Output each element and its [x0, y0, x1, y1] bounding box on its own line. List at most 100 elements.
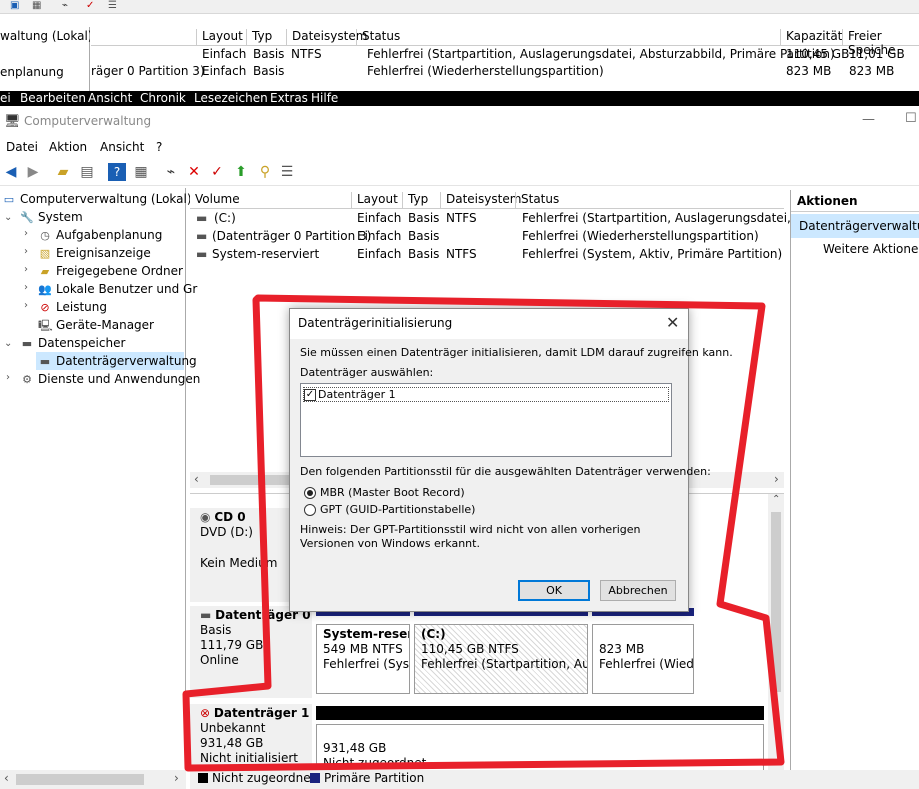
menu-view[interactable]: Ansicht	[100, 140, 144, 154]
disk-info-disk1[interactable]: ⊗ Datenträger 1 Unbekannt 931,48 GB Nich…	[190, 704, 312, 771]
tree-item-event-viewer[interactable]: ▧ Ereignisanzeige	[38, 244, 151, 262]
header-dateisystem[interactable]: Dateisystem	[440, 192, 521, 209]
back-arrow-icon[interactable]: ◀	[2, 163, 20, 181]
chevron-down-icon[interactable]: ⌄	[4, 212, 12, 223]
chevron-right-icon[interactable]: ›	[6, 372, 10, 383]
scroll-left-icon[interactable]: ‹	[4, 771, 9, 785]
partition-system-reserved[interactable]: System-reserv 549 MB NTFS Fehlerfrei (Sy…	[316, 624, 410, 694]
table-row[interactable]: ▬ (Datenträger 0 Partition 3) Einfach Ba…	[190, 227, 784, 245]
header-layout[interactable]: Layout	[351, 192, 398, 209]
tree-item-label: Aufgabenplanung	[56, 228, 163, 242]
tree-item-performance[interactable]: ⊘ Leistung	[38, 298, 107, 316]
menu-lesezeichen[interactable]: Lesezeichen	[194, 91, 268, 105]
disk-list-item[interactable]: ✓ Datenträger 1	[303, 387, 669, 402]
disk-list[interactable]: ✓ Datenträger 1	[300, 383, 672, 457]
drive-icon: ▬	[196, 247, 208, 261]
background-tree: waltung (Lokal) enplanung	[0, 27, 90, 91]
unallocated-bar	[316, 706, 764, 720]
menu-datei-partial[interactable]: ei	[0, 91, 11, 105]
scroll-left-icon[interactable]: ‹	[194, 472, 199, 486]
performance-icon: ⊘	[40, 300, 50, 314]
partition-name: (C:)	[421, 627, 446, 641]
menu-ansicht[interactable]: Ansicht	[88, 91, 132, 105]
chevron-right-icon[interactable]: ›	[24, 246, 28, 257]
more-actions-link[interactable]: Weitere Aktionen	[823, 242, 919, 256]
scroll-thumb[interactable]	[771, 512, 781, 692]
chevron-right-icon[interactable]: ›	[24, 282, 28, 293]
mbr-option[interactable]: MBR (Master Boot Record)	[304, 486, 465, 499]
minimize-icon[interactable]: —	[862, 112, 875, 127]
mbr-radio[interactable]	[304, 487, 316, 499]
chevron-right-icon[interactable]: ›	[24, 300, 28, 311]
tree-item-shared-folders[interactable]: ▰ Freigegebene Ordner	[38, 262, 183, 280]
table-row[interactable]: ▬ System-reserviert Einfach Basis NTFS F…	[190, 245, 784, 263]
help-icon[interactable]: ?	[108, 163, 126, 181]
menu-action[interactable]: Aktion	[49, 140, 87, 154]
delete-icon[interactable]: ✕	[185, 163, 203, 181]
shared-folder-icon: ▰	[40, 264, 50, 278]
menu-hilfe[interactable]: Hilfe	[311, 91, 338, 105]
scroll-up-icon[interactable]: ⌃	[772, 494, 780, 505]
menu-file[interactable]: Datei	[6, 140, 38, 154]
chevron-down-icon[interactable]: ⌄	[4, 338, 12, 349]
gpt-option[interactable]: GPT (GUID-Partitionstabelle)	[304, 503, 475, 516]
partition-status: Fehlerfrei (Startpartition, Auslag	[421, 657, 587, 671]
disk-icon: ▬	[200, 608, 212, 622]
header-status[interactable]: Status	[515, 192, 559, 209]
partition-unallocated[interactable]: 931,48 GB Nicht zugeordnet	[316, 724, 764, 771]
folder-up-icon[interactable]: ▰	[54, 163, 72, 181]
tree-item-device-manager[interactable]: 🖳 Geräte-Manager	[38, 316, 154, 334]
partition-size: 549 MB NTFS	[323, 642, 403, 656]
tree-item-local-users[interactable]: 👥 Lokale Benutzer und Gr	[38, 280, 197, 298]
export-icon[interactable]: ⬆	[232, 163, 250, 181]
scroll-thumb[interactable]	[16, 774, 144, 785]
tree-item-disk-management[interactable]: ▬ Datenträgerverwaltung	[36, 352, 197, 370]
maximize-icon[interactable]: ☐	[905, 111, 917, 126]
drive-icon: ▬	[196, 229, 208, 243]
cancel-button[interactable]: Abbrechen	[600, 580, 676, 601]
actions-section-disk-management[interactable]: Datenträgerverwaltung	[791, 214, 919, 238]
tree-horizontal-scrollbar[interactable]: ‹ ›	[0, 770, 186, 789]
header-volume[interactable]: Volume	[190, 192, 240, 209]
row-status: Fehlerfrei (Startpartition, Auslagerungs…	[522, 211, 830, 225]
menu-bearbeiten[interactable]: Bearbeiten	[20, 91, 86, 105]
tree-storage[interactable]: ▬ Datenspeicher	[20, 334, 126, 352]
partition-c[interactable]: (C:) 110,45 GB NTFS Fehlerfrei (Startpar…	[414, 624, 588, 694]
header-typ[interactable]: Typ	[402, 192, 428, 209]
list-icon[interactable]: ☰	[278, 163, 296, 181]
chevron-right-icon[interactable]: ›	[24, 228, 28, 239]
menu-chronik[interactable]: Chronik	[140, 91, 186, 105]
menu-extras[interactable]: Extras	[270, 91, 308, 105]
search-folder-icon[interactable]: ⚲	[256, 163, 274, 181]
table-row[interactable]: ▬ (C:) Einfach Basis NTFS Fehlerfrei (St…	[190, 209, 829, 227]
partition-recovery[interactable]: 823 MB Fehlerfrei (Wiede	[592, 624, 694, 694]
vertical-scrollbar[interactable]: ⌃	[768, 494, 784, 771]
tree-system[interactable]: 🔧 System	[20, 208, 83, 226]
close-icon[interactable]: ✕	[666, 313, 679, 332]
menu-help[interactable]: ?	[156, 140, 162, 154]
tree-root[interactable]: ▭ Computerverwaltung (Lokal)	[2, 190, 192, 208]
checklist-icon[interactable]: ✓	[208, 163, 226, 181]
tree-item-task-scheduler[interactable]: ◷ Aufgabenplanung	[38, 226, 162, 244]
ok-button[interactable]: OK	[518, 580, 590, 601]
properties-icon[interactable]: ▦	[132, 163, 150, 181]
help-icon: ▣	[10, 0, 20, 11]
background-grid-header: Layout Typ Dateisystem Status Kapazität …	[91, 27, 919, 57]
disk-info-disk0[interactable]: ▬ Datenträger 0 Basis 111,79 GB Online	[190, 606, 312, 698]
chevron-right-icon[interactable]: ›	[24, 264, 28, 275]
show-hide-tree-icon[interactable]: ▤	[78, 163, 96, 181]
gpt-radio[interactable]	[304, 504, 316, 516]
bg-row-free: 11,01 GB	[849, 47, 905, 61]
row-fs: NTFS	[446, 211, 477, 225]
gpt-label: GPT (GUID-Partitionstabelle)	[320, 503, 476, 516]
disk-list-item-label: Datenträger 1	[318, 388, 396, 401]
disk-checkbox[interactable]: ✓	[304, 389, 316, 401]
forward-arrow-icon[interactable]: ▶	[24, 163, 42, 181]
tree-services[interactable]: ⚙ Dienste und Anwendungen	[20, 370, 200, 388]
bg-header-capacity: Kapazität	[780, 29, 842, 46]
scroll-right-icon[interactable]: ›	[774, 472, 779, 486]
scroll-right-icon[interactable]: ›	[174, 771, 179, 785]
window-title: Computerverwaltung	[24, 114, 152, 128]
connect-drive-icon[interactable]: ⌁	[162, 163, 180, 181]
disk0-type: Basis	[200, 623, 232, 637]
